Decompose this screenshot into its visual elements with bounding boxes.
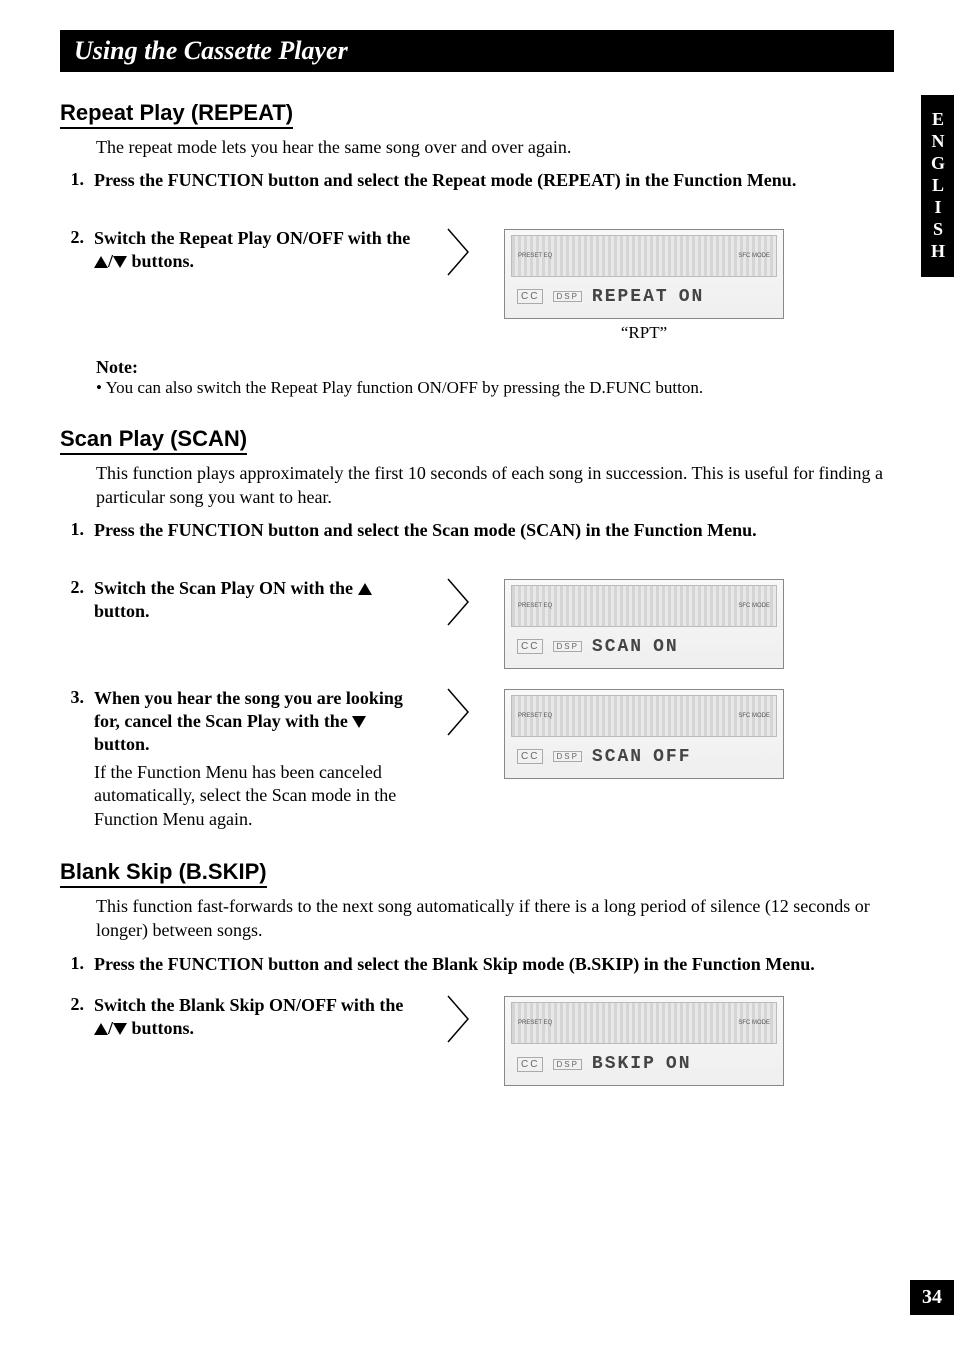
step-text: Press the FUNCTION button and select the… — [94, 169, 886, 192]
section-intro-repeat: The repeat mode lets you hear the same s… — [96, 135, 894, 159]
section-intro-scan: This function plays approximately the fi… — [96, 461, 894, 510]
scan-step-2: 2. Switch the Scan Play ON with the butt… — [60, 577, 894, 669]
step-text: When you hear the song you are looking f… — [94, 687, 416, 757]
scan-step-1: 1. Press the FUNCTION button and select … — [60, 519, 894, 542]
down-triangle-icon — [113, 1023, 127, 1035]
step-text: Press the FUNCTION button and select the… — [94, 519, 886, 542]
down-triangle-icon — [352, 716, 366, 728]
page-title-bar: Using the Cassette Player — [60, 30, 894, 72]
section-title-bskip: Blank Skip (B.SKIP) — [60, 859, 267, 888]
step-number: 2. — [60, 994, 94, 1015]
section-title-repeat: Repeat Play (REPEAT) — [60, 100, 293, 129]
lcd-display: PRESET EQSFC MODE CC DSP SCAN ON — [504, 579, 784, 669]
note-list: You can also switch the Repeat Play func… — [96, 378, 894, 398]
section-title-scan: Scan Play (SCAN) — [60, 426, 247, 455]
display-panel-scan-on: PRESET EQSFC MODE CC DSP SCAN ON — [494, 577, 794, 669]
arrow-icon — [424, 577, 494, 627]
step-number: 1. — [60, 519, 94, 540]
lcd-display: PRESET EQSFC MODE CC DSP BSKIP ON — [504, 996, 784, 1086]
display-panel-bskip: PRESET EQSFC MODE CC DSP BSKIP ON — [494, 994, 794, 1086]
arrow-icon — [424, 687, 494, 737]
step-text: Switch the Blank Skip ON/OFF with the / … — [94, 994, 416, 1041]
section-intro-bskip: This function fast-forwards to the next … — [96, 894, 894, 943]
section-bskip: Blank Skip (B.SKIP) This function fast-f… — [60, 859, 894, 1086]
up-triangle-icon — [358, 583, 372, 595]
lcd-display: PRESET EQ SFC MODE CC DSP REPEAT ON — [504, 229, 784, 319]
up-triangle-icon — [94, 1023, 108, 1035]
note-item: You can also switch the Repeat Play func… — [96, 378, 894, 398]
note-title: Note: — [96, 357, 894, 378]
step-number: 2. — [60, 227, 94, 248]
step-number: 3. — [60, 687, 94, 708]
down-triangle-icon — [113, 256, 127, 268]
page-number: 34 — [910, 1280, 954, 1315]
display-panel-repeat: PRESET EQ SFC MODE CC DSP REPEAT ON “RPT… — [494, 227, 794, 343]
arrow-icon — [424, 227, 494, 277]
section-scan: Scan Play (SCAN) This function plays app… — [60, 426, 894, 831]
step-text: Switch the Scan Play ON with the button. — [94, 577, 416, 624]
up-triangle-icon — [94, 256, 108, 268]
lcd-display: PRESET EQSFC MODE CC DSP SCAN OFF — [504, 689, 784, 779]
display-panel-scan-off: PRESET EQSFC MODE CC DSP SCAN OFF — [494, 687, 794, 779]
page-title: Using the Cassette Player — [74, 36, 348, 65]
section-repeat: Repeat Play (REPEAT) The repeat mode let… — [60, 100, 894, 398]
manual-page: Using the Cassette Player ENGLISH Repeat… — [0, 0, 954, 1355]
repeat-step-1: 1. Press the FUNCTION button and select … — [60, 169, 894, 192]
step-text: Switch the Repeat Play ON/OFF with the /… — [94, 227, 416, 274]
language-tab: ENGLISH — [921, 95, 954, 277]
bskip-step-1: 1. Press the FUNCTION button and select … — [60, 953, 894, 976]
step-number: 1. — [60, 169, 94, 190]
note-block-repeat: Note: You can also switch the Repeat Pla… — [96, 357, 894, 398]
repeat-step-2: 2. Switch the Repeat Play ON/OFF with th… — [60, 227, 894, 343]
step-number: 1. — [60, 953, 94, 974]
bskip-step-2: 2. Switch the Blank Skip ON/OFF with the… — [60, 994, 894, 1086]
language-label: ENGLISH — [928, 109, 948, 263]
step-text: Press the FUNCTION button and select the… — [94, 953, 886, 976]
scan-step-3: 3. When you hear the song you are lookin… — [60, 687, 894, 831]
step-number: 2. — [60, 577, 94, 598]
arrow-icon — [424, 994, 494, 1044]
step-subtext: If the Function Menu has been canceled a… — [94, 761, 416, 831]
display-caption: “RPT” — [494, 323, 794, 343]
